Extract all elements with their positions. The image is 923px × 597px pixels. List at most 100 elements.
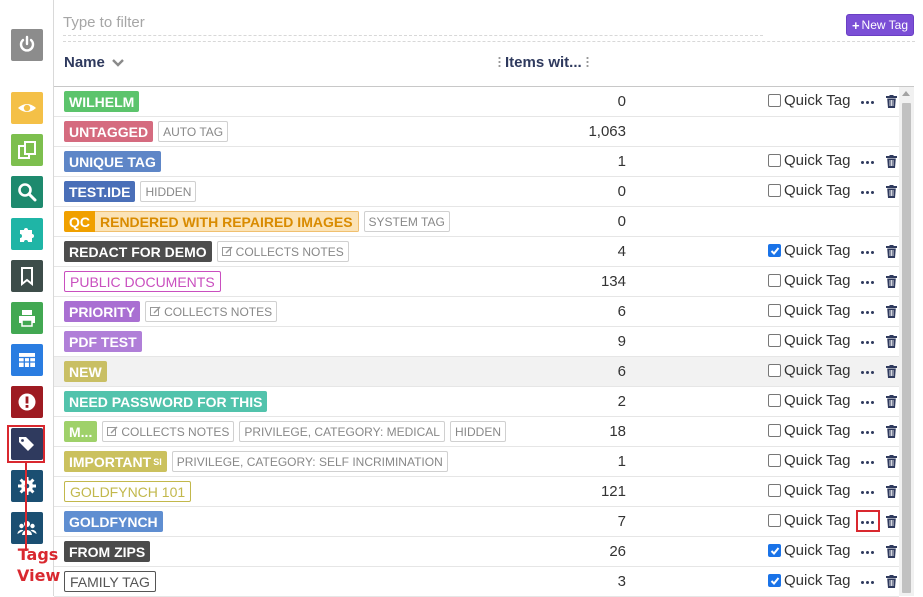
more-actions-icon[interactable]	[860, 186, 874, 198]
trash-icon[interactable]	[886, 95, 897, 108]
tag-row[interactable]: IMPORTANT SI PRIVILEGE, CATEGORY: SELF INC…	[54, 447, 899, 477]
quick-tag-toggle[interactable]: Quick Tag	[768, 362, 850, 379]
power-button[interactable]	[11, 29, 43, 61]
trash-icon[interactable]	[886, 485, 897, 498]
quick-tag-toggle[interactable]: Quick Tag	[768, 182, 850, 199]
tag-label[interactable]: PUBLIC DOCUMENTS	[64, 271, 221, 292]
quick-tag-toggle[interactable]: Quick Tag	[768, 242, 850, 259]
copy-button[interactable]	[11, 134, 43, 166]
quick-tag-checkbox[interactable]	[768, 484, 781, 497]
tag-row[interactable]: UNTAGGED AUTO TAG 1,063	[54, 117, 899, 147]
quick-tag-checkbox[interactable]	[768, 94, 781, 107]
tag-row[interactable]: REDACT FOR DEMO COLLECTS NOTES 4 Quick Tag	[54, 237, 899, 267]
filter-input[interactable]	[63, 10, 763, 36]
tag-label[interactable]: UNTAGGED	[64, 121, 154, 142]
trash-icon[interactable]	[886, 245, 897, 258]
tag-row[interactable]: M... COLLECTS NOTES PRIVILEGE, CATEGORY: M…	[54, 417, 899, 447]
quick-tag-checkbox[interactable]	[768, 184, 781, 197]
more-actions-icon[interactable]	[860, 576, 874, 588]
tag-label[interactable]: IMPORTANT SI	[64, 451, 167, 472]
tag-row[interactable]: PUBLIC DOCUMENTS 134 Quick Tag	[54, 267, 899, 297]
search-button[interactable]	[11, 176, 43, 208]
quick-tag-checkbox[interactable]	[768, 274, 781, 287]
trash-icon[interactable]	[886, 305, 897, 318]
bookmarks-button[interactable]	[11, 260, 43, 292]
more-actions-icon[interactable]	[860, 96, 874, 108]
tag-row[interactable]: QC RENDERED WITH REPAIRED IMAGES SYSTEM TA…	[54, 207, 899, 237]
tag-row[interactable]: UNIQUE TAG 1 Quick Tag	[54, 147, 899, 177]
tag-row[interactable]: NEW 6 Quick Tag	[54, 357, 899, 387]
more-actions-icon[interactable]	[860, 246, 874, 258]
scrollbar[interactable]	[899, 87, 914, 596]
more-actions-icon[interactable]	[860, 486, 874, 498]
tag-label[interactable]: FROM ZIPS	[64, 541, 151, 562]
quick-tag-checkbox[interactable]	[768, 514, 781, 527]
quick-tag-toggle[interactable]: Quick Tag	[768, 332, 850, 349]
more-actions-icon[interactable]	[860, 306, 874, 318]
trash-icon[interactable]	[886, 275, 897, 288]
quick-tag-checkbox[interactable]	[768, 244, 781, 257]
quick-tag-toggle[interactable]: Quick Tag	[768, 572, 850, 589]
trash-icon[interactable]	[886, 425, 897, 438]
review-button[interactable]	[11, 92, 43, 124]
tag-label[interactable]: GOLDFYNCH 101	[64, 481, 192, 502]
scroll-up-icon[interactable]	[902, 91, 910, 96]
tag-label[interactable]: M...	[64, 421, 98, 442]
quick-tag-checkbox[interactable]	[768, 334, 781, 347]
tag-label[interactable]: GOLDFYNCH	[64, 511, 163, 532]
tag-label[interactable]: PRIORITY	[64, 301, 141, 322]
tag-row[interactable]: TEST.IDE HIDDEN 0 Quick Tag	[54, 177, 899, 207]
more-actions-icon[interactable]	[860, 426, 874, 438]
tag-label[interactable]: NEW	[64, 361, 107, 382]
tag-row[interactable]: NEED PASSWORD FOR THIS 2 Quick Tag	[54, 387, 899, 417]
tag-row[interactable]: PDF TEST 9 Quick Tag	[54, 327, 899, 357]
quick-tag-checkbox[interactable]	[768, 304, 781, 317]
quick-tag-checkbox[interactable]	[768, 154, 781, 167]
tag-row[interactable]: WILHELM 0 Quick Tag	[54, 87, 899, 117]
quick-tag-checkbox[interactable]	[768, 544, 781, 557]
quick-tag-checkbox[interactable]	[768, 424, 781, 437]
column-header-name[interactable]: Name	[64, 54, 125, 71]
more-actions-icon[interactable]	[860, 336, 874, 348]
tag-label[interactable]: REDACT FOR DEMO	[64, 241, 212, 262]
settings-button[interactable]	[11, 470, 43, 502]
quick-tag-toggle[interactable]: Quick Tag	[768, 152, 850, 169]
trash-icon[interactable]	[886, 335, 897, 348]
column-resize-handle[interactable]	[585, 56, 589, 69]
new-tag-button[interactable]: + New Tag	[846, 14, 914, 36]
quick-tag-toggle[interactable]: Quick Tag	[768, 512, 850, 529]
more-actions-icon[interactable]	[860, 366, 874, 378]
tag-label[interactable]: UNIQUE TAG	[64, 151, 161, 172]
table-button[interactable]	[11, 344, 43, 376]
more-actions-icon[interactable]	[860, 456, 874, 468]
tag-label[interactable]: QC RENDERED WITH REPAIRED IMAGES	[64, 211, 359, 232]
trash-icon[interactable]	[886, 365, 897, 378]
tag-label[interactable]: WILHELM	[64, 91, 140, 112]
users-button[interactable]	[11, 512, 43, 544]
quick-tag-checkbox[interactable]	[768, 454, 781, 467]
quick-tag-toggle[interactable]: Quick Tag	[768, 92, 850, 109]
column-resize-handle[interactable]	[498, 56, 501, 69]
column-header-items[interactable]: Items wit...	[498, 54, 589, 71]
more-actions-icon[interactable]	[860, 396, 874, 408]
quick-tag-toggle[interactable]: Quick Tag	[768, 302, 850, 319]
extensions-button[interactable]	[11, 218, 43, 250]
tag-label[interactable]: NEED PASSWORD FOR THIS	[64, 391, 268, 412]
trash-icon[interactable]	[886, 545, 897, 558]
trash-icon[interactable]	[886, 185, 897, 198]
tag-row[interactable]: GOLDFYNCH 7 Quick Tag	[54, 507, 899, 537]
quick-tag-toggle[interactable]: Quick Tag	[768, 542, 850, 559]
quick-tag-checkbox[interactable]	[768, 364, 781, 377]
more-actions-icon[interactable]	[860, 276, 874, 288]
trash-icon[interactable]	[886, 575, 897, 588]
print-button[interactable]	[11, 302, 43, 334]
tag-label[interactable]: FAMILY TAG	[64, 571, 156, 592]
tag-row[interactable]: GOLDFYNCH 101 121 Quick Tag	[54, 477, 899, 507]
quick-tag-checkbox[interactable]	[768, 574, 781, 587]
quick-tag-toggle[interactable]: Quick Tag	[768, 482, 850, 499]
tag-row[interactable]: PRIORITY COLLECTS NOTES 6 Quick Tag	[54, 297, 899, 327]
tag-row[interactable]: FROM ZIPS 26 Quick Tag	[54, 537, 899, 567]
quick-tag-toggle[interactable]: Quick Tag	[768, 272, 850, 289]
alerts-button[interactable]	[11, 386, 43, 418]
quick-tag-checkbox[interactable]	[768, 394, 781, 407]
